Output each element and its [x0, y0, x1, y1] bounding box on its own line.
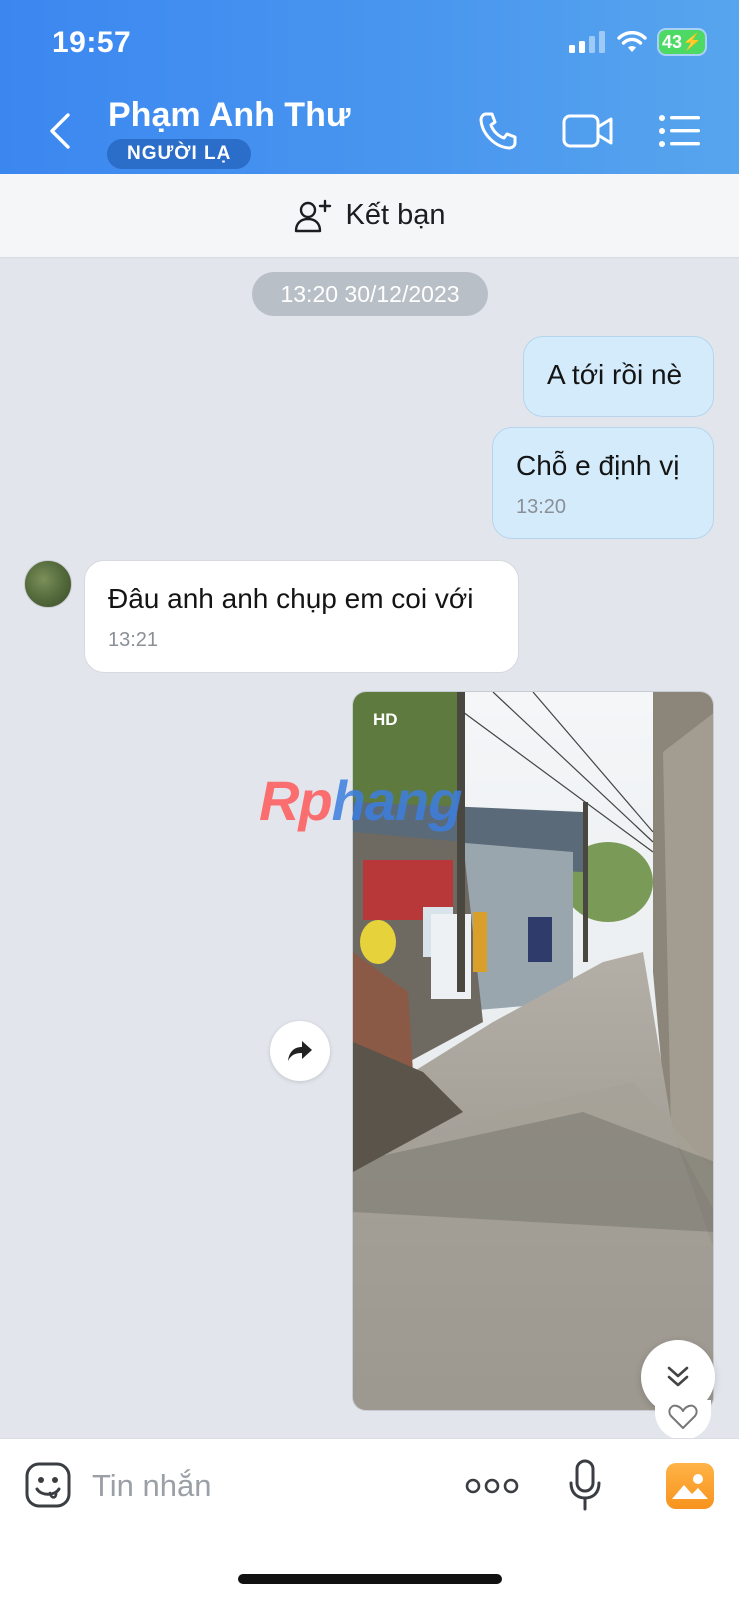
more-button[interactable]	[464, 1469, 520, 1503]
date-separator: 13:20 30/12/2023	[252, 272, 488, 316]
add-friend-bar[interactable]: Kết bạn	[0, 174, 739, 258]
message-time: 13:21	[108, 629, 159, 651]
message-bubble-outgoing[interactable]: A tới rồi nè	[523, 336, 714, 417]
mic-icon	[569, 1459, 601, 1511]
charging-icon: ⚡	[682, 34, 702, 51]
status-icons: 43 ⚡	[569, 30, 705, 54]
back-button[interactable]	[40, 108, 80, 154]
heart-icon	[668, 1404, 698, 1429]
gallery-button[interactable]	[666, 1463, 714, 1509]
hd-badge: HD	[373, 710, 398, 729]
add-friend-icon	[294, 199, 331, 232]
share-button[interactable]	[270, 1021, 330, 1081]
message-time: 13:20	[516, 496, 567, 518]
signal-icon	[569, 31, 605, 53]
gallery-icon	[672, 1474, 708, 1499]
message-bubble-outgoing[interactable]: Chỗ e định vị 13:20	[492, 427, 714, 539]
message-input[interactable]	[92, 1461, 422, 1511]
menu-list-icon	[659, 115, 700, 147]
message-text: Đâu anh anh chụp em coi với	[108, 583, 474, 614]
battery-indicator: 43 ⚡	[659, 30, 705, 54]
double-chevron-down-icon	[667, 1366, 689, 1387]
options-button[interactable]	[654, 106, 706, 156]
emoji-button[interactable]	[24, 1461, 72, 1509]
chat-header: 19:57 43 ⚡ Phạm Anh Thư NGƯỜI LẠ	[0, 0, 739, 174]
message-text: Chỗ e định vị	[516, 450, 680, 481]
add-friend-label: Kết bạn	[345, 199, 446, 231]
watermark-part2: hang	[331, 769, 463, 832]
share-arrow-icon	[288, 1041, 312, 1061]
watermark-part1: Rp	[259, 769, 333, 832]
avatar[interactable]	[24, 560, 72, 608]
status-time: 19:57	[52, 26, 132, 59]
video-call-icon	[562, 114, 613, 148]
home-indicator	[238, 1574, 502, 1584]
video-call-button[interactable]	[562, 106, 614, 156]
back-icon	[50, 113, 70, 149]
battery-level: 43	[662, 31, 683, 52]
react-button[interactable]	[655, 1400, 711, 1440]
watermark-logo: Rphang	[259, 768, 463, 833]
more-icon	[465, 1478, 519, 1494]
phone-icon	[479, 112, 517, 150]
message-text: A tới rồi nè	[547, 359, 683, 390]
emoji-icon	[25, 1462, 71, 1508]
voice-record-button[interactable]	[564, 1457, 606, 1513]
wifi-icon	[617, 31, 647, 52]
voice-call-button[interactable]	[472, 106, 524, 156]
stranger-badge: NGƯỜI LẠ	[107, 139, 252, 169]
message-bubble-incoming[interactable]: Đâu anh anh chụp em coi với 13:21	[84, 560, 519, 673]
contact-name[interactable]: Phạm Anh Thư	[108, 96, 350, 135]
